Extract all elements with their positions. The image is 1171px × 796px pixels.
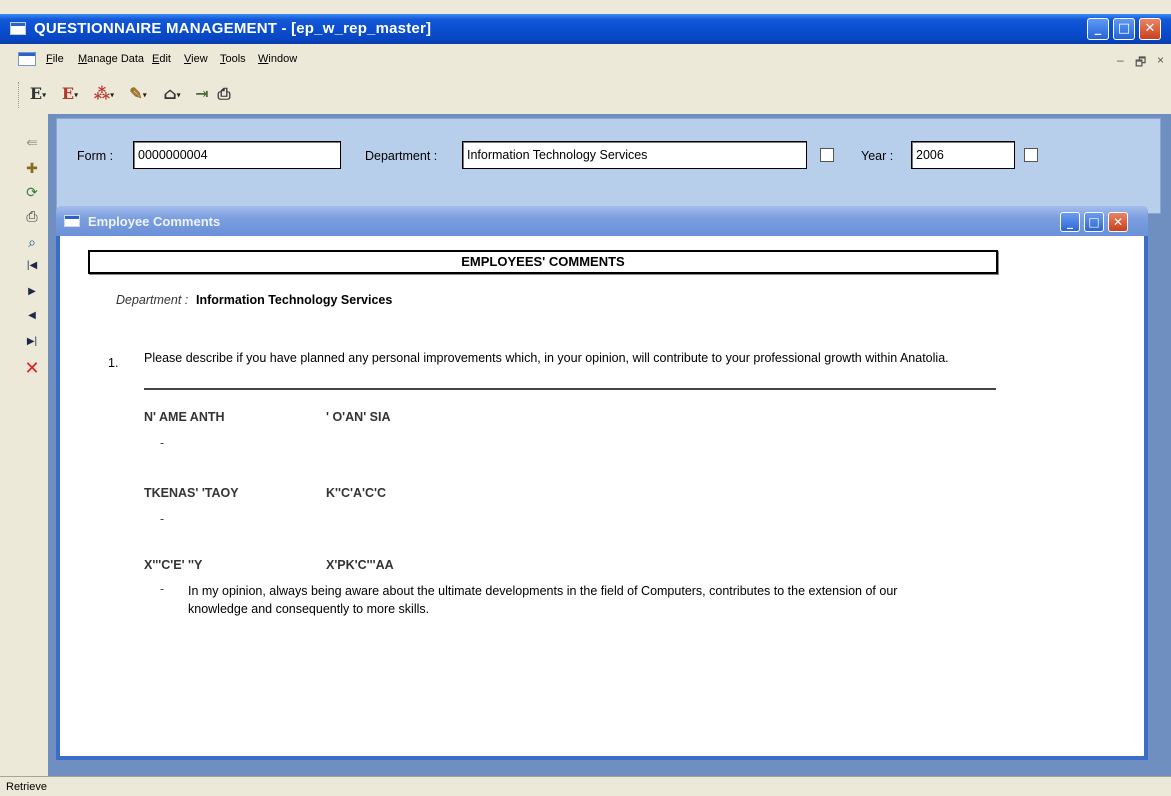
report-body: EMPLOYEES' COMMENTS Department : Informa… bbox=[60, 236, 1144, 756]
search-icon[interactable]: ⌕ bbox=[22, 232, 42, 252]
brush-icon[interactable]: ✎▾ bbox=[126, 84, 150, 104]
year-checkbox[interactable] bbox=[1024, 148, 1038, 162]
back-icon[interactable]: ⇚ bbox=[22, 132, 42, 152]
department-field[interactable]: Information Technology Services bbox=[462, 141, 807, 169]
mdi-close-button[interactable]: × bbox=[1157, 53, 1164, 67]
menu-view[interactable]: View bbox=[184, 53, 208, 65]
previous-record-icon[interactable]: ◀ bbox=[22, 306, 42, 326]
new-record-icon[interactable]: ✚ bbox=[22, 158, 42, 178]
status-text: Retrieve bbox=[6, 781, 47, 793]
document-icon[interactable] bbox=[18, 52, 36, 66]
print-icon[interactable]: ⎙ bbox=[212, 84, 236, 104]
first-record-icon[interactable]: |◀ bbox=[22, 256, 42, 276]
institution-icon[interactable]: ⌂▾ bbox=[160, 84, 184, 104]
question-number: 1. bbox=[108, 356, 119, 370]
side-toolbar: ⇚ ✚ ⟳ ⎙ ⌕ |◀ ▶ ◀ ▶| ✕ bbox=[0, 114, 48, 776]
employee-firstname: K''C'A'C'C bbox=[326, 486, 386, 500]
menu-edit[interactable]: Edit bbox=[152, 53, 171, 65]
child-minimize-button[interactable]: _ bbox=[1060, 212, 1080, 232]
employee-comments-window: Employee Comments _ □ ✕ EMPLOYEES' COMME… bbox=[56, 206, 1148, 760]
year-label: Year : bbox=[861, 149, 894, 163]
print-preview-icon[interactable]: ⎙ bbox=[22, 206, 42, 226]
employee-surname: TKENAS' 'TAOY bbox=[144, 486, 239, 500]
app-icon[interactable] bbox=[10, 22, 26, 35]
comment-dash: - bbox=[160, 512, 165, 526]
mdi-client-area: Form : 0000000004 Department : Informati… bbox=[48, 114, 1171, 776]
employee-surname: X'''C'E' ''Y bbox=[144, 558, 203, 572]
comment-dash: - bbox=[160, 582, 165, 596]
delete-icon[interactable]: ✕ bbox=[22, 358, 42, 378]
mdi-restore-button[interactable]: 🗗 bbox=[1135, 53, 1146, 74]
form-label: Form : bbox=[77, 149, 114, 163]
comment-dash: - bbox=[160, 436, 165, 450]
child-close-button[interactable]: ✕ bbox=[1108, 212, 1128, 232]
mdi-minimize-button[interactable]: – bbox=[1117, 53, 1124, 67]
group-icon[interactable]: ⁂▾ bbox=[92, 84, 116, 104]
menu-manage-data[interactable]: Manage Data bbox=[78, 53, 144, 65]
question-underline bbox=[144, 388, 996, 390]
child-window-title: Employee Comments bbox=[88, 214, 221, 229]
form-number-field[interactable]: 0000000004 bbox=[133, 141, 341, 169]
en-language-icon[interactable]: E▾ bbox=[26, 84, 50, 104]
department-label: Department : bbox=[365, 149, 438, 163]
menu-tools[interactable]: Tools bbox=[220, 53, 246, 65]
menu-file[interactable]: File bbox=[46, 53, 64, 65]
toolbar: E▾ E▾ ⁂▾ ✎▾ ⌂▾ ⇥ ⎙ bbox=[0, 74, 1171, 115]
next-record-icon[interactable]: ▶ bbox=[22, 282, 42, 302]
window-title: QUESTIONNAIRE MANAGEMENT - [ep_w_rep_mas… bbox=[34, 20, 432, 37]
exit-icon[interactable]: ⇥ bbox=[190, 84, 214, 104]
minimize-button[interactable]: _ bbox=[1087, 18, 1109, 40]
employee-comment: In my opinion, always being aware about … bbox=[188, 584, 898, 616]
report-department-label: Department : bbox=[116, 293, 189, 307]
gr-language-icon[interactable]: E▾ bbox=[58, 84, 82, 104]
employee-surname: N' AME ANTH bbox=[144, 410, 225, 424]
employee-firstname: ' O'AN' SIA bbox=[326, 410, 391, 424]
menu-bar: File Manage Data Edit View Tools Window … bbox=[0, 44, 1171, 74]
refresh-icon[interactable]: ⟳ bbox=[22, 182, 42, 202]
title-bar: QUESTIONNAIRE MANAGEMENT - [ep_w_rep_mas… bbox=[0, 14, 1171, 44]
child-title-bar: Employee Comments _ □ ✕ bbox=[56, 206, 1148, 236]
report-heading: EMPLOYEES' COMMENTS bbox=[88, 250, 998, 274]
form-header-panel: Form : 0000000004 Department : Informati… bbox=[56, 118, 1161, 214]
last-record-icon[interactable]: ▶| bbox=[22, 332, 42, 352]
close-button[interactable]: ✕ bbox=[1139, 18, 1161, 40]
maximize-button[interactable]: □ bbox=[1113, 18, 1135, 40]
child-maximize-button[interactable]: □ bbox=[1084, 212, 1104, 232]
toolbar-grip[interactable] bbox=[18, 82, 22, 108]
application-window: QUESTIONNAIRE MANAGEMENT - [ep_w_rep_mas… bbox=[0, 0, 1171, 796]
menu-window[interactable]: Window bbox=[258, 53, 297, 65]
department-checkbox[interactable] bbox=[820, 148, 834, 162]
year-field[interactable]: 2006 bbox=[911, 141, 1015, 169]
status-bar: Retrieve bbox=[0, 776, 1171, 796]
employee-firstname: X'PK'C'''AA bbox=[326, 558, 394, 572]
question-text: Please describe if you have planned any … bbox=[144, 351, 949, 365]
report-department-value: Information Technology Services bbox=[196, 293, 393, 307]
window-icon[interactable] bbox=[64, 215, 80, 227]
